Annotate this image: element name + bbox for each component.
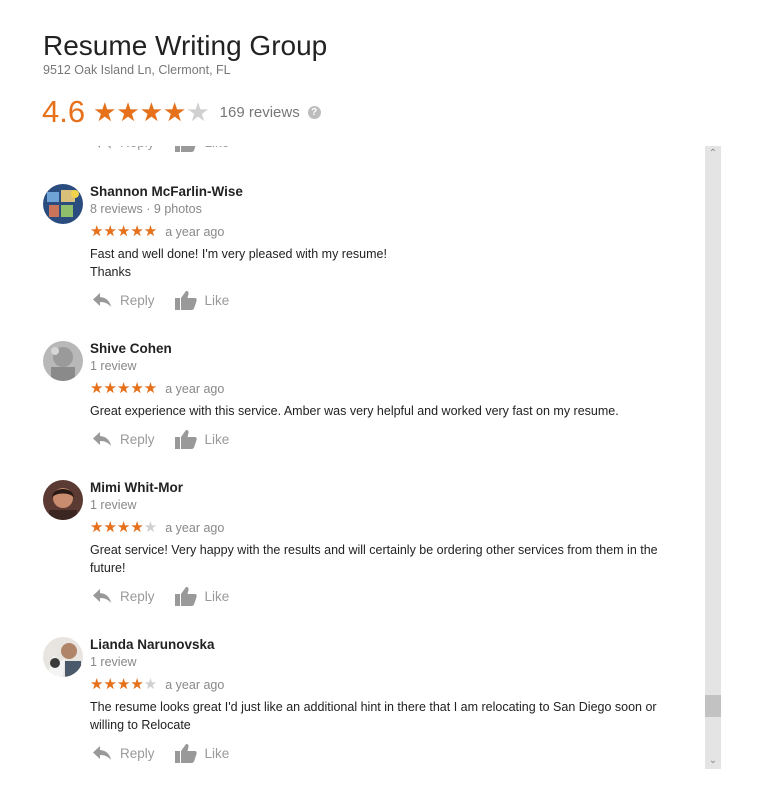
review-count-link[interactable]: 169 reviews xyxy=(220,104,300,121)
review-text-line: Great service! Very happy with the resul… xyxy=(90,543,658,557)
review-actions: Reply Like xyxy=(92,429,249,449)
reviewer-name[interactable]: Shive Cohen xyxy=(90,341,172,356)
help-icon[interactable]: ? xyxy=(307,105,321,119)
review-text: Fast and well done! I'm very pleased wit… xyxy=(90,245,690,281)
review-age: a year ago xyxy=(165,381,225,396)
review-text-line: Great experience with this service. Ambe… xyxy=(90,404,619,418)
reviewer-meta: 1 review xyxy=(90,655,137,669)
reply-label: Reply xyxy=(120,292,155,308)
avatar[interactable] xyxy=(43,480,83,520)
like-label: Like xyxy=(204,588,230,604)
place-address: 9512 Oak Island Ln, Clermont, FL xyxy=(43,63,231,77)
scrollbar-thumb[interactable] xyxy=(705,695,721,717)
reply-icon xyxy=(93,293,111,307)
scroll-up-arrow-icon[interactable]: ⌃ xyxy=(705,146,721,162)
scrollbar[interactable]: ⌃ ⌄ xyxy=(705,146,721,769)
reply-label: Reply xyxy=(120,146,155,150)
thumbs-up-icon xyxy=(174,146,196,152)
review-text: The resume looks great I'd just like an … xyxy=(90,698,690,734)
like-label: Like xyxy=(204,292,230,308)
like-label: Like xyxy=(204,745,230,761)
reply-icon xyxy=(97,146,111,149)
reply-icon xyxy=(93,432,111,446)
rating-stars: ★★★★★ ★★★★★ xyxy=(93,97,210,127)
place-title: Resume Writing Group xyxy=(43,30,328,61)
review-text-line: Thanks xyxy=(90,265,131,279)
review-rating: ★★★★★★★★★★ a year ago xyxy=(90,520,224,535)
review-text-line: willing to Relocate xyxy=(90,718,191,732)
reply-label: Reply xyxy=(120,745,155,761)
review-age: a year ago xyxy=(165,520,225,535)
avatar[interactable] xyxy=(43,341,83,381)
reply-icon xyxy=(93,746,111,760)
like-label: Like xyxy=(205,146,230,150)
like-label: Like xyxy=(204,431,230,447)
reviewer-name[interactable]: Mimi Whit-Mor xyxy=(90,480,183,495)
like-button[interactable]: Like xyxy=(174,429,230,449)
avatar[interactable] xyxy=(43,637,83,677)
rating-summary: 4.6 ★★★★★ ★★★★★ 169 reviews ? xyxy=(42,92,321,132)
reply-button[interactable]: Reply xyxy=(92,431,155,447)
like-button[interactable]: Like xyxy=(174,743,230,763)
reviews-list[interactable]: Reply Like Shannon McFarlin-Wise 8 revie… xyxy=(0,146,704,770)
reviewer-name[interactable]: Shannon McFarlin-Wise xyxy=(90,184,243,199)
reply-button[interactable]: Reply xyxy=(92,588,155,604)
review-text: Great experience with this service. Ambe… xyxy=(90,402,690,420)
review-stars: ★★★★★★★★★★ xyxy=(90,676,158,693)
review-actions: Reply Like xyxy=(92,743,249,763)
like-button[interactable]: Like xyxy=(174,586,230,606)
reply-button[interactable]: Reply xyxy=(92,292,155,308)
review-rating: ★★★★★★★★★★ a year ago xyxy=(90,224,224,239)
thumbs-up-icon xyxy=(174,744,197,763)
like-button[interactable]: Like xyxy=(174,290,230,310)
reviewer-meta: 1 review xyxy=(90,359,137,373)
review-text-line: Fast and well done! I'm very pleased wit… xyxy=(90,247,387,261)
review-age: a year ago xyxy=(165,224,225,239)
thumbs-up-icon xyxy=(174,430,197,449)
rating-value: 4.6 xyxy=(42,94,86,129)
review-actions: Reply Like xyxy=(92,290,249,310)
reviewer-name[interactable]: Lianda Narunovska xyxy=(90,637,215,652)
review-text-line: The resume looks great I'd just like an … xyxy=(90,700,657,714)
reply-label: Reply xyxy=(120,431,155,447)
reply-button[interactable]: Reply xyxy=(92,745,155,761)
review-rating: ★★★★★★★★★★ a year ago xyxy=(90,677,224,692)
review-rating: ★★★★★★★★★★ a year ago xyxy=(90,381,224,396)
reviewer-meta: 1 review xyxy=(90,498,137,512)
reviewer-meta: 8 reviews · 9 photos xyxy=(90,202,202,216)
scroll-down-arrow-icon[interactable]: ⌄ xyxy=(705,753,721,769)
reply-icon xyxy=(93,589,111,603)
previous-review-actions: Reply Like xyxy=(92,146,249,152)
review-actions: Reply Like xyxy=(92,586,249,606)
avatar[interactable] xyxy=(43,184,83,224)
thumbs-up-icon xyxy=(174,587,197,606)
like-button[interactable]: Like xyxy=(174,146,230,152)
reply-label: Reply xyxy=(120,588,155,604)
reply-button[interactable]: Reply xyxy=(92,146,155,150)
review-stars: ★★★★★★★★★★ xyxy=(90,223,158,240)
review-text: Great service! Very happy with the resul… xyxy=(90,541,690,577)
thumbs-up-icon xyxy=(174,291,197,310)
review-age: a year ago xyxy=(165,677,225,692)
review-text-line: future! xyxy=(90,561,126,575)
review-stars: ★★★★★★★★★★ xyxy=(90,380,158,397)
review-stars: ★★★★★★★★★★ xyxy=(90,519,158,536)
